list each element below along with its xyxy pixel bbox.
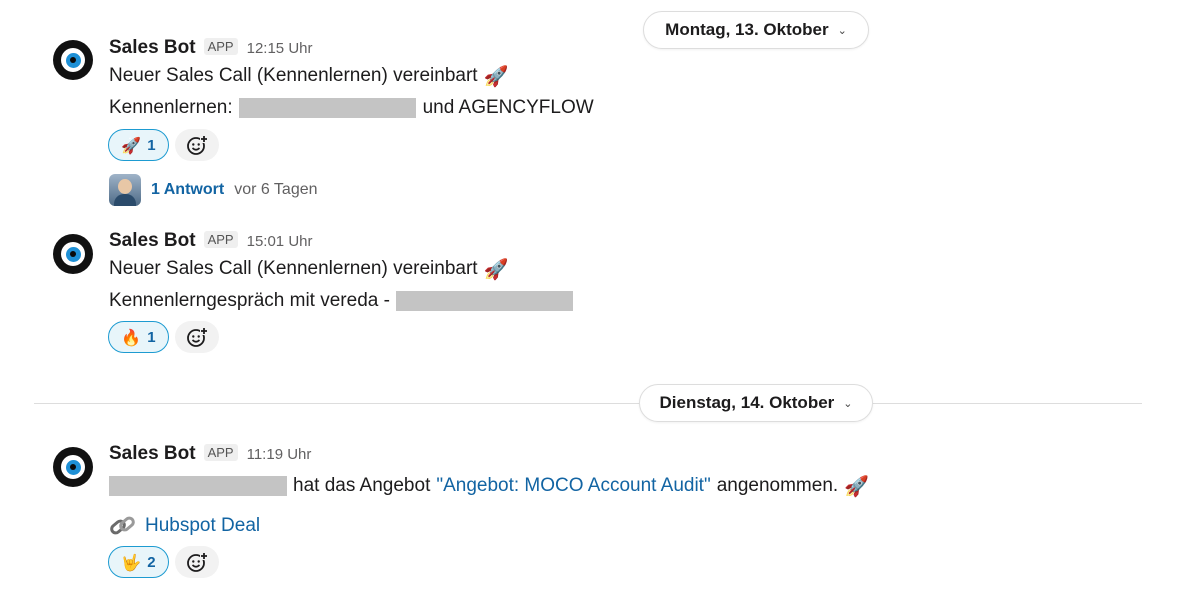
smiley-plus-icon — [187, 135, 208, 155]
smiley-plus-icon — [187, 552, 208, 572]
app-badge: APP — [203, 231, 238, 248]
chevron-down-icon: ⌄ — [843, 397, 853, 410]
timestamp[interactable]: 15:01 Uhr — [247, 233, 313, 250]
day-divider-line — [34, 403, 1142, 404]
redacted-name — [109, 476, 287, 496]
message-text-line-1: hat das Angebot "Angebot: MOCO Account A… — [109, 474, 869, 498]
sales-bot-avatar[interactable] — [53, 234, 93, 274]
rocket-emoji: 🚀 — [121, 135, 142, 155]
sender-name[interactable]: Sales Bot — [109, 443, 196, 465]
rocket-emoji: 🚀 — [483, 64, 509, 88]
rocket-emoji: 🚀 — [844, 474, 870, 498]
offer-link[interactable]: "Angebot: MOCO Account Audit" — [436, 475, 710, 497]
reaction-rock-on[interactable]: 🤟 2 — [108, 546, 169, 578]
add-reaction-button[interactable] — [175, 546, 219, 578]
app-badge: APP — [203, 444, 238, 461]
reaction-count: 2 — [147, 553, 156, 571]
rocket-emoji: 🚀 — [483, 257, 509, 281]
reaction-count: 1 — [147, 328, 156, 346]
add-reaction-button[interactable] — [175, 321, 219, 353]
fire-emoji: 🔥 — [121, 327, 142, 347]
date-label: Montag, 13. Oktober — [665, 20, 829, 39]
date-label: Dienstag, 14. Oktober — [659, 393, 835, 412]
message-text-line-2: Kennenlernen: und AGENCYFLOW — [109, 97, 594, 118]
reaction-rocket[interactable]: 🚀 1 — [108, 129, 169, 161]
reaction-fire[interactable]: 🔥 1 — [108, 321, 169, 353]
sales-bot-avatar[interactable] — [53, 40, 93, 80]
date-divider-montag[interactable]: Montag, 13. Oktober ⌄ — [643, 11, 869, 49]
date-divider-dienstag[interactable]: Dienstag, 14. Oktober ⌄ — [639, 384, 873, 422]
smiley-plus-icon — [187, 327, 208, 347]
reply-count-link[interactable]: 1 Antwort — [151, 181, 224, 199]
sales-bot-avatar[interactable] — [53, 447, 93, 487]
hubspot-deal-line: Hubspot Deal — [109, 514, 260, 538]
chain-link-icon — [110, 516, 135, 535]
redacted-name — [395, 291, 573, 311]
reply-user-avatar — [109, 174, 141, 206]
message-text-line-1: Neuer Sales Call (Kennenlernen) vereinba… — [109, 257, 509, 281]
add-reaction-button[interactable] — [175, 129, 219, 161]
sender-name[interactable]: Sales Bot — [109, 230, 196, 252]
reaction-count: 1 — [147, 136, 156, 154]
message-text-line-1: Neuer Sales Call (Kennenlernen) vereinba… — [109, 64, 509, 88]
app-badge: APP — [203, 38, 238, 55]
rock-on-emoji: 🤟 — [121, 552, 142, 572]
chevron-down-icon: ⌄ — [837, 24, 847, 37]
hubspot-deal-link[interactable]: Hubspot Deal — [145, 515, 260, 537]
message-text-line-2: Kennenlerngespräch mit vereda - — [109, 290, 573, 312]
redacted-name — [238, 98, 416, 118]
timestamp[interactable]: 12:15 Uhr — [247, 40, 313, 57]
sender-name[interactable]: Sales Bot — [109, 37, 196, 59]
thread-summary[interactable]: 1 Antwort vor 6 Tagen — [109, 174, 318, 206]
timestamp[interactable]: 11:19 Uhr — [247, 446, 312, 463]
reply-time: vor 6 Tagen — [234, 181, 318, 198]
